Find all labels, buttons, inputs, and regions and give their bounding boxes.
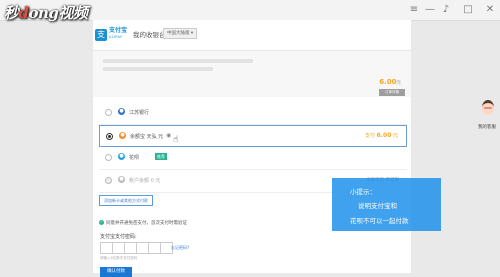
radio-button[interactable] [105, 154, 112, 161]
password-input[interactable] [100, 242, 173, 254]
password-digit-box[interactable] [136, 242, 148, 254]
pay-amount: 支付 6.00 元 [364, 132, 398, 139]
region-selector[interactable]: 中国大陆版 ▾ [163, 28, 198, 39]
password-digit-box[interactable] [148, 242, 160, 254]
balance-icon: ● [118, 176, 125, 183]
eye-icon[interactable]: ◉ [166, 132, 171, 139]
bank-icon: ● [118, 108, 125, 115]
order-detail-button[interactable]: 订单详情 [379, 89, 405, 96]
tip-line: 说明支付宝和 [358, 202, 397, 210]
order-summary: 6.00元 [93, 51, 411, 97]
password-digit-box[interactable] [112, 242, 124, 254]
menu-icon[interactable]: ≡ [408, 4, 420, 16]
method-label: 花呗 [129, 155, 140, 161]
radio-button[interactable] [106, 133, 113, 140]
tip-title: 小提示： [350, 188, 376, 196]
assistant-avatar-icon[interactable] [480, 96, 496, 116]
tip-overlay: 小提示： 说明支付宝和 花呗不可以一起付款 [332, 178, 441, 231]
cashier-header: 支 支付宝 ALIPAY 我的收银台 中国大陆版 ▾ [93, 20, 411, 51]
password-digit-box[interactable] [100, 242, 112, 254]
mouse-cursor-icon: ☝ [173, 135, 179, 145]
huabei-icon: ● [118, 153, 125, 160]
close-icon[interactable]: ✕ [484, 4, 496, 16]
recommend-badge: 推荐 [155, 153, 167, 160]
password-hint: 请输入6位数字支付密码 [100, 256, 138, 260]
password-digit-box[interactable] [124, 242, 136, 254]
confirm-payment-button[interactable]: 确认付款 [100, 267, 132, 277]
method-balance[interactable]: ● 余额宝 天弘 元 ◉ ☝ 支付 6.00 元 [99, 125, 407, 147]
page-title: 我的收银台 [133, 31, 166, 39]
other-payment-button[interactable]: 添加新卡或其他方式付款 [99, 195, 153, 206]
agreement-row[interactable]: ✓ 同意并开通免密支付，首次支付时需验证 [99, 220, 187, 226]
method-label: 余额宝 天弘 元 [130, 134, 164, 140]
password-label: 支付宝支付密码: [100, 234, 137, 240]
video-watermark: 秒dong视频 [4, 4, 88, 22]
logo-subtext: ALIPAY [109, 35, 123, 39]
alipay-logo-icon: 支 [95, 29, 107, 41]
method-label: 账户余额 0 元 [129, 178, 161, 184]
method-label: 江苏银行 [129, 110, 150, 116]
logo-text: 支付宝 [109, 27, 128, 34]
order-info-blurred [103, 59, 253, 63]
bell-icon[interactable]: ♪ [440, 4, 452, 16]
radio-button[interactable] [105, 109, 112, 116]
browser-topbar: 秒dong视频 ≡ — ♪ □ ✕ [0, 0, 500, 22]
radio-button [105, 177, 112, 184]
method-bank[interactable]: ● 江苏银行 [99, 102, 407, 125]
tip-line: 花呗不可以一起付款 [350, 217, 409, 225]
order-info-blurred [103, 67, 213, 71]
minimize-icon[interactable]: — [424, 4, 436, 16]
window-icon[interactable]: □ [462, 4, 474, 16]
order-amount: 6.00元 [379, 78, 401, 86]
check-icon[interactable]: ✓ [99, 220, 104, 225]
yuebao-icon: ● [119, 132, 126, 139]
cashier-page: 支 支付宝 ALIPAY 我的收银台 中国大陆版 ▾ 6.00元 订单详情 ● … [93, 20, 411, 277]
assistant-label[interactable]: 我的客服 [478, 124, 496, 130]
method-huabei[interactable]: ● 花呗 推荐 [99, 147, 407, 170]
forgot-password-link[interactable]: 忘记密码? [171, 245, 189, 251]
